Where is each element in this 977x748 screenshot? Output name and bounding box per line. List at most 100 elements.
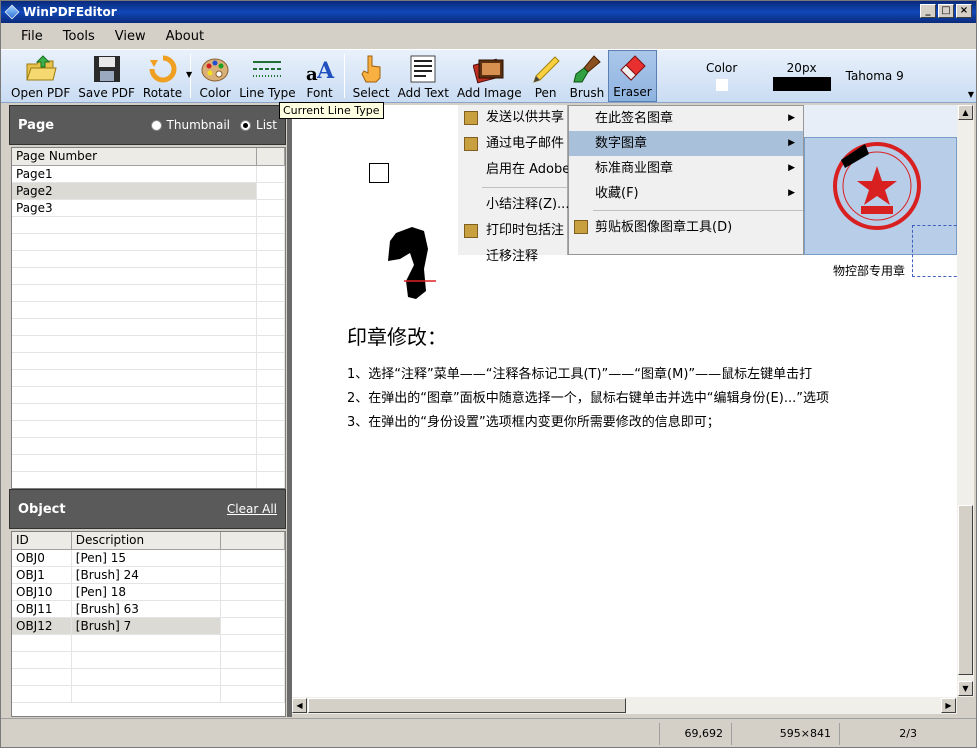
close-button[interactable]: × [956,4,972,18]
color-button[interactable]: Color [195,50,235,102]
scroll-up-icon[interactable]: ▲ [958,105,973,120]
object-description-cell [72,652,222,668]
table-row[interactable]: OBJ11 [Brush] 63 [12,601,285,618]
submenu-digital-stamp[interactable]: 数字图章 ▶ [569,131,803,156]
table-row [12,455,285,472]
rotate-button[interactable]: Rotate ▼ [139,50,192,102]
title-bar[interactable]: WinPDFEditor _ □ × [1,1,976,23]
header-spacer [257,148,285,165]
thumbnail-radio[interactable]: Thumbnail [150,118,230,132]
ctx-item-print[interactable]: 打印时包括注 [458,218,567,244]
table-row [12,686,285,703]
ctx-item-summary[interactable]: 小结注释(Z)... [458,192,569,218]
ctx-item-migrate[interactable]: 迁移注释 [458,244,567,270]
table-row [12,217,285,234]
scroll-down-icon[interactable]: ▼ [958,681,973,696]
open-pdf-button[interactable]: Open PDF [7,50,74,102]
horizontal-scrollbar[interactable]: ◀ ▶ [292,697,957,714]
id-header[interactable]: ID [12,532,72,549]
submenu-clipboard-stamp[interactable]: 剪贴板图像图章工具(D) [569,215,803,240]
line-size-label: 20px [786,61,817,75]
spacer-cell [257,285,285,301]
submenu-sign-here[interactable]: 在此签名图章 ▶ [569,106,803,131]
rotate-icon [147,54,179,84]
table-row[interactable]: OBJ1 [Brush] 24 [12,567,285,584]
horizontal-scroll-thumb[interactable] [308,698,626,713]
font-icon: aA [304,54,336,84]
scroll-left-icon[interactable]: ◀ [292,698,307,713]
table-row[interactable]: OBJ0 [Pen] 15 [12,550,285,567]
spacer-cell [257,217,285,233]
line-type-button[interactable]: Line Type [235,50,299,102]
list-radio[interactable]: List [240,118,277,132]
table-row[interactable]: OBJ12 [Brush] 7 [12,618,285,635]
table-row[interactable]: Page1 [12,166,285,183]
document-view[interactable]: 发送以供共享 通过电子邮件 启用在 Adobe 小结注释(Z)... 打印时包括… [292,105,957,697]
table-row [12,353,285,370]
eraser-button[interactable]: Eraser [608,50,657,102]
page-number-cell: Page2 [12,183,258,199]
ctx-item-email[interactable]: 通过电子邮件 [458,131,567,157]
pen-button[interactable]: Pen [526,50,566,102]
add-image-button[interactable]: Add Image [453,50,526,102]
doc-line-1: 1、选择“注释”菜单——“注释各标记工具(T)”——“图章(M)”——鼠标左键单… [347,367,813,382]
maximize-button[interactable]: □ [938,4,954,18]
table-row[interactable]: OBJ10 [Pen] 18 [12,584,285,601]
object-id-cell: OBJ1 [12,567,72,583]
table-row [12,472,285,488]
spacer-cell [257,166,285,182]
submenu-favorites[interactable]: 收藏(F) ▶ [569,181,803,206]
page-number-cell: Page3 [12,200,258,216]
select-label: Select [352,86,390,100]
ctx-item-enable[interactable]: 启用在 Adobe [458,157,570,183]
chevron-right-icon: ▶ [788,138,795,148]
submenu-label: 数字图章 [595,136,648,151]
description-header[interactable]: Description [72,532,222,549]
select-button[interactable]: Select [349,50,394,102]
menu-view[interactable]: View [105,25,156,48]
left-panel: Page Thumbnail List Page Number Page1 Pag… [7,105,287,717]
add-text-button[interactable]: Add Text [394,50,453,102]
menu-about[interactable]: About [156,25,214,48]
save-pdf-button[interactable]: Save PDF [74,50,139,102]
chevron-down-icon[interactable]: ▼ [186,70,192,79]
line-size-selector[interactable]: 20px [767,50,837,102]
ctx-item-share[interactable]: 发送以供共享 [458,105,567,131]
page-number-cell [12,234,258,250]
chevron-right-icon: ▶ [788,163,795,173]
spacer-cell [257,404,285,420]
radio-selected-icon [240,120,252,131]
table-row [12,652,285,669]
submenu-standard-business[interactable]: 标准商业图章 ▶ [569,156,803,181]
email-icon [464,137,478,151]
font-button[interactable]: aA Font [300,50,340,102]
brush-icon [571,54,603,84]
color-selector-label: Color [706,61,738,75]
spacer-cell [257,251,285,267]
clear-all-link[interactable]: Clear All [227,502,277,516]
font-selector[interactable]: Tahoma 9 [837,50,913,102]
add-text-label: Add Text [397,86,449,100]
table-row[interactable]: Page3 [12,200,285,217]
menu-tools[interactable]: Tools [53,25,105,48]
toolbar-overflow-icon[interactable]: ▼ [968,90,974,99]
page-number-cell [12,455,258,471]
table-row[interactable]: Page2 [12,183,285,200]
hand-pointer-icon [355,54,387,84]
color-selector[interactable]: Color [677,50,767,102]
line-type-label: Line Type [239,86,296,100]
vertical-scrollbar[interactable]: ▲ ▼ [957,105,974,697]
object-id-cell: OBJ12 [12,618,72,634]
spacer-cell [257,302,285,318]
brush-button[interactable]: Brush [566,50,609,102]
object-id-cell [12,635,72,651]
scroll-right-icon[interactable]: ▶ [941,698,956,713]
page-number-cell [12,387,258,403]
table-row [12,234,285,251]
selection-box[interactable] [912,225,957,277]
page-number-header[interactable]: Page Number [12,148,258,165]
vertical-scroll-thumb[interactable] [958,505,973,675]
menu-file[interactable]: File [11,25,53,48]
minimize-button[interactable]: _ [920,4,936,18]
app-window: WinPDFEditor _ □ × File Tools View About… [0,0,977,748]
